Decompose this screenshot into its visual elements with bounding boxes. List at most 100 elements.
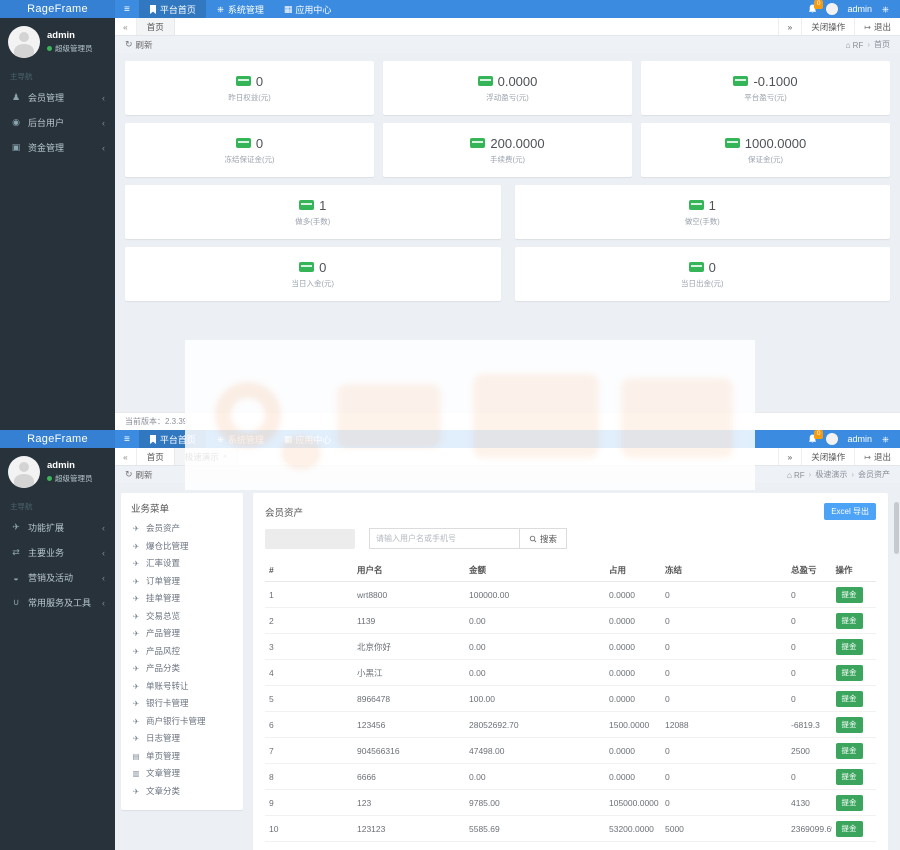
- business-menu-item[interactable]: ✈ 挂单管理: [131, 590, 235, 608]
- cell-total-pnl: 0: [787, 608, 832, 634]
- cell-frozen: 0: [661, 790, 787, 816]
- page-content: 业务菜单 ✈ 会员资产 ✈ 爆仓比管理: [115, 483, 900, 850]
- business-menu-item[interactable]: ✈ 银行卡管理: [131, 695, 235, 713]
- tabs-more-icon[interactable]: »: [778, 448, 802, 465]
- business-menu-item[interactable]: ✈ 汇率设置: [131, 555, 235, 573]
- business-menu-item[interactable]: ▥ 文章管理: [131, 765, 235, 783]
- app-logo[interactable]: RageFrame: [0, 430, 115, 448]
- withdraw-button[interactable]: 提金: [836, 717, 863, 733]
- settings-gear-icon[interactable]: [881, 435, 890, 444]
- notification-bell-icon[interactable]: 0: [808, 4, 817, 14]
- dashboard-screen: RageFrame ≡ 平台首页 系统管理 应用中心: [0, 0, 900, 430]
- business-menu-item[interactable]: ✈ 会员资产: [131, 520, 235, 538]
- cell-username: 904566316: [353, 738, 465, 764]
- logout-button[interactable]: 退出: [854, 448, 900, 465]
- cell-occupied: 0.0000: [605, 582, 661, 608]
- app-logo[interactable]: RageFrame: [0, 0, 115, 18]
- sidebar-item[interactable]: ✈ 功能扩展: [0, 515, 115, 540]
- business-menu-item[interactable]: ✈ 产品管理: [131, 625, 235, 643]
- tabs-more-icon[interactable]: »: [778, 18, 802, 35]
- home-icon[interactable]: RF: [787, 470, 805, 480]
- sidebar-item-label: 后台用户: [28, 116, 96, 129]
- business-menu-item[interactable]: ✈ 交易总览: [131, 608, 235, 626]
- withdraw-button[interactable]: 提金: [836, 795, 863, 811]
- withdraw-button[interactable]: 提金: [836, 769, 863, 785]
- excel-export-button[interactable]: Excel 导出: [824, 503, 876, 520]
- tab-close-icon[interactable]: ×: [223, 452, 228, 461]
- cell-frozen: 5000: [661, 816, 787, 842]
- menu-item-label: 汇率设置: [146, 555, 180, 573]
- cell-total-pnl: 2500: [787, 738, 832, 764]
- logout-button[interactable]: 退出: [854, 18, 900, 35]
- business-menu-item[interactable]: ✈ 日志管理: [131, 730, 235, 748]
- withdraw-button[interactable]: 提金: [836, 613, 863, 629]
- withdraw-button[interactable]: 提金: [836, 587, 863, 603]
- cell-occupied: 0.0000: [605, 608, 661, 634]
- credit-card-icon: [689, 200, 704, 210]
- cell-total-pnl: -6819.3: [787, 712, 832, 738]
- menu-item-label: 银行卡管理: [146, 695, 189, 713]
- username[interactable]: admin: [847, 434, 872, 444]
- cell-frozen: 0: [661, 608, 787, 634]
- table-row: 4 小黑江 0.00 0.0000 0 0 提金: [265, 660, 876, 686]
- withdraw-button[interactable]: 提金: [836, 691, 863, 707]
- top-nav: 平台首页 系统管理 应用中心: [139, 430, 342, 448]
- stat-label: 昨日权益(元): [228, 92, 271, 103]
- business-menu-item[interactable]: ▤ 单页管理: [131, 748, 235, 766]
- avatar[interactable]: [826, 3, 838, 15]
- business-menu-item[interactable]: ✈ 产品分类: [131, 660, 235, 678]
- cell-index: 5: [265, 686, 353, 712]
- home-icon[interactable]: RF: [846, 40, 864, 50]
- settings-gear-icon[interactable]: [881, 5, 890, 14]
- table-row: 1 wrt8800 100000.00 0.0000 0 0 提金: [265, 582, 876, 608]
- sidebar-item[interactable]: ▣ 资金管理: [0, 135, 115, 160]
- business-menu-item[interactable]: ✈ 订单管理: [131, 573, 235, 591]
- nav-app-center[interactable]: 应用中心: [274, 430, 342, 448]
- sidebar-toggle-icon[interactable]: ≡: [115, 0, 139, 18]
- notification-bell-icon[interactable]: 0: [808, 434, 817, 444]
- cell-amount: 0.00: [465, 608, 605, 634]
- sidebar-item[interactable]: ⇄ 主要业务: [0, 540, 115, 565]
- vertical-scrollbar[interactable]: [894, 502, 899, 554]
- sidebar-item[interactable]: ◒ 营销及活动: [0, 565, 115, 590]
- username[interactable]: admin: [847, 4, 872, 14]
- business-menu-item[interactable]: ✈ 文章分类: [131, 783, 235, 801]
- close-operations-button[interactable]: 关闭操作: [801, 448, 854, 465]
- business-menu-item[interactable]: ✈ 单账号转让: [131, 678, 235, 696]
- column-header: 占用: [605, 559, 661, 582]
- withdraw-button[interactable]: 提金: [836, 821, 863, 837]
- business-menu-item[interactable]: ✈ 产品风控: [131, 643, 235, 661]
- search-input[interactable]: [369, 528, 519, 549]
- nav-platform-home[interactable]: 平台首页: [139, 430, 206, 448]
- stat-card: 0 当日入金(元): [125, 247, 501, 301]
- avatar[interactable]: [826, 433, 838, 445]
- nav-app-center[interactable]: 应用中心: [274, 0, 342, 18]
- sidebar-toggle-icon[interactable]: ≡: [115, 430, 139, 448]
- tab-home[interactable]: 首页: [137, 18, 175, 35]
- filter-select-box[interactable]: [265, 529, 355, 549]
- sidebar-item[interactable]: ♟ 会员管理: [0, 85, 115, 110]
- withdraw-button[interactable]: 提金: [836, 639, 863, 655]
- nav-platform-home[interactable]: 平台首页: [139, 0, 206, 18]
- business-menu-item[interactable]: ✈ 商户银行卡管理: [131, 713, 235, 731]
- gear-icon: [216, 435, 225, 444]
- refresh-button[interactable]: 刷新: [125, 469, 153, 481]
- search-button[interactable]: 搜索: [519, 528, 567, 549]
- tab-speed-demo[interactable]: 极速演示×: [175, 448, 239, 465]
- cell-amount: 0.00: [465, 634, 605, 660]
- refresh-button[interactable]: 刷新: [125, 39, 153, 51]
- sidebar-item[interactable]: ◉ 后台用户: [0, 110, 115, 135]
- stat-value: -0.1000: [753, 74, 797, 89]
- withdraw-button[interactable]: 提金: [836, 743, 863, 759]
- business-menu-item[interactable]: ✈ 爆仓比管理: [131, 538, 235, 556]
- nav-system-manage[interactable]: 系统管理: [206, 430, 274, 448]
- logout-icon: [864, 452, 871, 462]
- tabs-back-icon[interactable]: «: [115, 448, 137, 465]
- withdraw-button[interactable]: 提金: [836, 665, 863, 681]
- cell-occupied: 53200.0000: [605, 816, 661, 842]
- sidebar-item[interactable]: ∪ 常用服务及工具: [0, 590, 115, 615]
- tab-home[interactable]: 首页: [137, 448, 175, 465]
- close-operations-button[interactable]: 关闭操作: [801, 18, 854, 35]
- tabs-back-icon[interactable]: «: [115, 18, 137, 35]
- nav-system-manage[interactable]: 系统管理: [206, 0, 274, 18]
